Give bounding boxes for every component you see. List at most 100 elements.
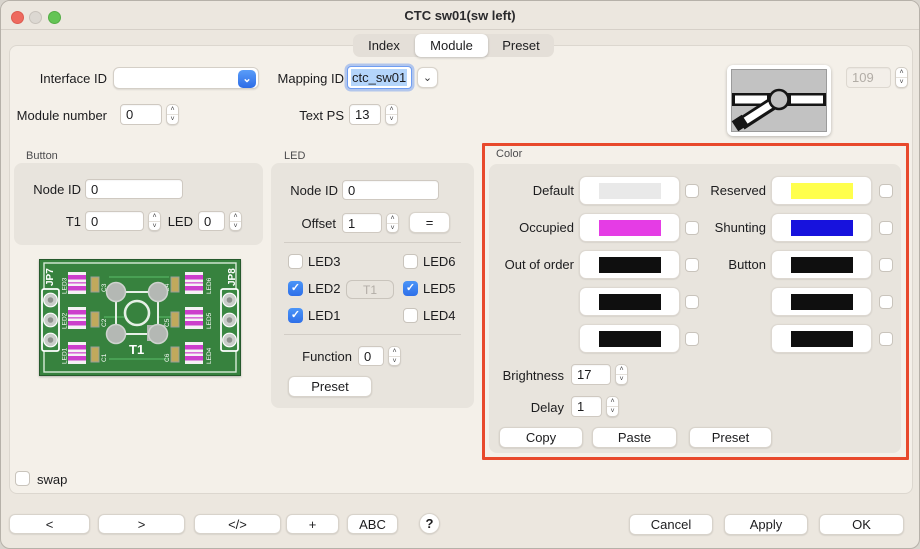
help-button[interactable]: ?	[419, 513, 440, 534]
button-led-input[interactable]: 0	[198, 211, 225, 231]
mapping-id-dropdown-button[interactable]: ⌄	[417, 67, 438, 88]
button-color-label: Button	[728, 257, 766, 272]
apply-button[interactable]: Apply	[724, 514, 808, 535]
button-node-id-input[interactable]: 0	[85, 179, 183, 199]
led-node-id-input[interactable]: 0	[342, 180, 439, 200]
led-offset-input[interactable]: 1	[342, 213, 382, 233]
led-group-title: LED	[284, 150, 306, 162]
button-t1-input[interactable]: 0	[85, 211, 144, 231]
extra-color-checkbox-3[interactable]: ✓	[685, 332, 699, 346]
led5-label: LED5	[423, 281, 456, 296]
stepper-down-icon[interactable]: ˅	[389, 356, 400, 365]
ok-button[interactable]: OK	[819, 514, 904, 535]
nav-code-button[interactable]: </>	[194, 514, 281, 534]
title-bar: CTC sw01(sw left)	[1, 1, 919, 30]
led6-checkbox[interactable]: ✓	[403, 254, 418, 269]
shunting-color-swatch[interactable]	[771, 213, 872, 242]
led2-checkbox[interactable]: ✓	[288, 281, 303, 296]
check-icon: ✓	[290, 309, 301, 321]
out-of-order-color-swatch[interactable]	[579, 250, 680, 279]
occupied-color-swatch[interactable]	[579, 213, 680, 242]
button-color-swatch[interactable]	[771, 250, 872, 279]
function-stepper[interactable]: ˄ ˅	[388, 346, 401, 366]
module-number-input[interactable]: 0	[120, 104, 162, 125]
shunting-color-checkbox[interactable]: ✓	[879, 221, 893, 235]
default-color-swatch[interactable]	[579, 176, 680, 205]
button-color-checkbox[interactable]: ✓	[879, 258, 893, 272]
swap-checkbox[interactable]: ✓	[15, 471, 30, 486]
color-preset-button[interactable]: Preset	[689, 427, 772, 448]
brightness-stepper[interactable]: ˄ ˅	[615, 364, 628, 385]
led4-checkbox[interactable]: ✓	[403, 308, 418, 323]
symbol-preview[interactable]	[727, 65, 831, 136]
reserved-color-checkbox[interactable]: ✓	[879, 184, 893, 198]
extra-color-checkbox-2[interactable]: ✓	[879, 295, 893, 309]
stepper-down-icon[interactable]: ˅	[167, 114, 178, 124]
nav-add-button[interactable]: +	[286, 514, 339, 534]
paste-button[interactable]: Paste	[592, 427, 677, 448]
extra-color-checkbox-1[interactable]: ✓	[685, 295, 699, 309]
stepper-up-icon[interactable]: ˄	[149, 212, 160, 221]
stepper-up-icon[interactable]: ˄	[616, 365, 627, 374]
interface-id-select[interactable]: ⌄	[113, 67, 259, 89]
stepper-up-icon[interactable]: ˄	[607, 397, 618, 406]
stepper-up-icon[interactable]: ˄	[386, 105, 397, 114]
extra-color-swatch-3[interactable]	[579, 324, 680, 353]
button-t1-stepper[interactable]: ˄ ˅	[148, 211, 161, 231]
extra-color-checkbox-4[interactable]: ✓	[879, 332, 893, 346]
color-bar	[790, 256, 853, 273]
stepper-up-icon[interactable]: ˄	[896, 68, 907, 77]
led3-checkbox[interactable]: ✓	[288, 254, 303, 269]
stepper-down-icon[interactable]: ˅	[387, 223, 398, 232]
led5-checkbox[interactable]: ✓	[403, 281, 418, 296]
symbol-number-field: 109	[846, 67, 891, 88]
delay-stepper[interactable]: ˄ ˅	[606, 396, 619, 417]
stepper-down-icon[interactable]: ˅	[386, 114, 397, 124]
led-preset-button[interactable]: Preset	[288, 376, 372, 397]
reserved-color-swatch[interactable]	[771, 176, 872, 205]
color-bar	[790, 182, 853, 199]
stepper-down-icon[interactable]: ˅	[896, 77, 907, 87]
led-offset-stepper[interactable]: ˄ ˅	[386, 213, 399, 233]
nav-next-button[interactable]: >	[98, 514, 185, 534]
stepper-up-icon[interactable]: ˄	[167, 105, 178, 114]
text-ps-input[interactable]: 13	[349, 104, 381, 125]
text-ps-stepper[interactable]: ˄ ˅	[385, 104, 398, 125]
tab-preset[interactable]: Preset	[488, 34, 554, 57]
stepper-up-icon[interactable]: ˄	[389, 347, 400, 356]
equals-button[interactable]: =	[409, 212, 450, 233]
button-led-stepper[interactable]: ˄ ˅	[229, 211, 242, 231]
function-input[interactable]: 0	[358, 346, 384, 366]
nav-prev-button[interactable]: <	[9, 514, 90, 534]
extra-color-swatch-2[interactable]	[771, 287, 872, 316]
tab-index[interactable]: Index	[353, 34, 415, 57]
copy-button[interactable]: Copy	[499, 427, 583, 448]
nav-abc-button[interactable]: ABC	[347, 514, 398, 534]
stepper-down-icon[interactable]: ˅	[149, 221, 160, 230]
led4-label: LED4	[423, 308, 456, 323]
stepper-up-icon[interactable]: ˄	[387, 214, 398, 223]
stepper-down-icon[interactable]: ˅	[607, 406, 618, 416]
led3-label: LED3	[308, 254, 341, 269]
occupied-color-label: Occupied	[519, 220, 574, 235]
symbol-number-stepper[interactable]: ˄ ˅	[895, 67, 908, 88]
delay-input[interactable]: 1	[571, 396, 602, 417]
svg-text:C5: C5	[164, 318, 171, 327]
cancel-button[interactable]: Cancel	[629, 514, 713, 535]
stepper-down-icon[interactable]: ˅	[616, 374, 627, 384]
module-number-stepper[interactable]: ˄ ˅	[166, 104, 179, 125]
tab-module[interactable]: Module	[415, 34, 488, 57]
chevron-down-icon[interactable]: ⌄	[238, 70, 256, 88]
brightness-input[interactable]: 17	[571, 364, 611, 385]
stepper-up-icon[interactable]: ˄	[230, 212, 241, 221]
module-number-label: Module number	[16, 108, 107, 123]
mapping-id-input[interactable]: ctc_sw01	[347, 66, 412, 89]
color-group-title: Color	[496, 148, 523, 160]
stepper-down-icon[interactable]: ˅	[230, 221, 241, 230]
svg-text:LED3: LED3	[62, 277, 69, 294]
color-bar	[598, 256, 661, 273]
led1-checkbox[interactable]: ✓	[288, 308, 303, 323]
extra-color-swatch-4[interactable]	[771, 324, 872, 353]
extra-color-swatch-1[interactable]	[579, 287, 680, 316]
shunting-color-label: Shunting	[714, 220, 766, 235]
